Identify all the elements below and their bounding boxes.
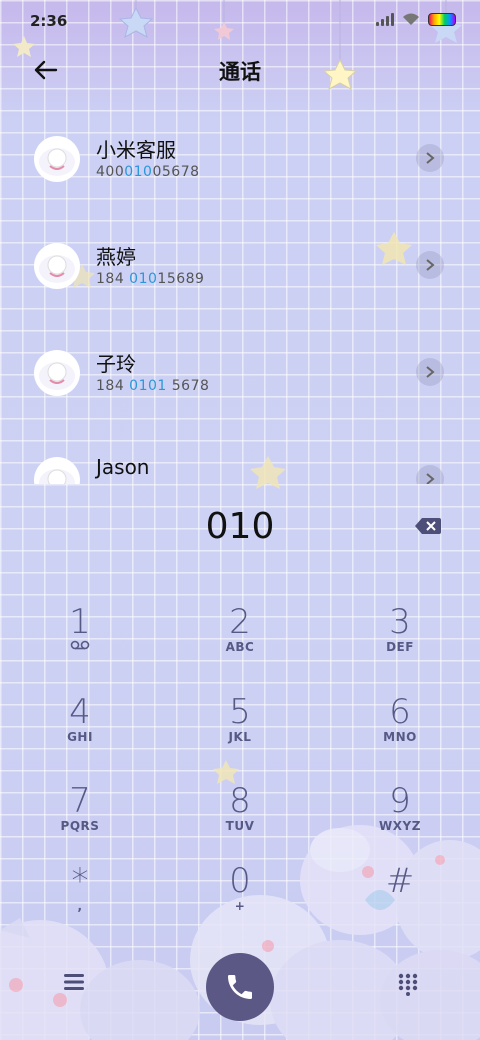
contact-name: 燕婷	[96, 245, 136, 269]
key-hash[interactable]: #	[340, 863, 460, 943]
battery-icon	[428, 12, 456, 26]
chevron-right-icon	[426, 366, 435, 378]
key-7[interactable]: 7 PQRS	[20, 783, 140, 863]
dialpad-icon	[398, 973, 418, 996]
chevron-right-icon	[426, 259, 435, 271]
contact-details-button[interactable]	[416, 251, 444, 279]
wifi-icon	[403, 13, 419, 25]
dialed-number[interactable]: 010	[0, 506, 480, 547]
avatar	[34, 350, 80, 396]
contact-row[interactable]: Jason	[0, 441, 480, 484]
contact-details-button[interactable]	[416, 144, 444, 172]
avatar	[34, 243, 80, 289]
key-9[interactable]: 9 WXYZ	[340, 783, 460, 863]
contact-row[interactable]: 小米客服 40001005678	[0, 120, 480, 227]
avatar	[34, 136, 80, 182]
contact-number: 40001005678	[96, 164, 200, 180]
contact-name: 子玲	[96, 352, 136, 376]
page-title: 通话	[219, 60, 261, 84]
status-bar: 2:36	[0, 0, 480, 40]
contact-details-button[interactable]	[416, 465, 444, 484]
menu-button[interactable]	[62, 972, 86, 992]
backspace-button[interactable]	[414, 516, 442, 536]
contact-details-button[interactable]	[416, 358, 444, 386]
call-button[interactable]	[206, 953, 274, 1021]
contact-row[interactable]: 子玲 184 0101 5678	[0, 334, 480, 441]
chevron-right-icon	[426, 473, 435, 484]
signal-icon	[376, 12, 394, 26]
contact-name: Jason	[96, 455, 150, 479]
match-highlight: 010	[124, 164, 153, 180]
key-2[interactable]: 2 ABC	[180, 604, 300, 684]
backspace-icon	[415, 518, 441, 534]
key-5[interactable]: 5 JKL	[180, 694, 300, 774]
contact-number: 184 01015689	[96, 271, 205, 287]
key-star[interactable]: *,	[20, 863, 140, 943]
key-0[interactable]: 0 +	[180, 863, 300, 943]
contact-suggestions: 小米客服 40001005678 燕婷 184 01015689 子玲 184 …	[0, 120, 480, 484]
dialer-screen: 2:36 通话 小米客服 40001005678 燕婷 184 01015689…	[0, 0, 480, 1040]
contact-number: 184 0101 5678	[96, 378, 210, 394]
menu-icon	[64, 974, 84, 990]
dialpad-toggle-button[interactable]	[396, 972, 420, 996]
status-time: 2:36	[30, 12, 68, 30]
key-4[interactable]: 4 GHI	[20, 694, 140, 774]
phone-icon	[228, 975, 252, 999]
contact-name: 小米客服	[96, 138, 176, 162]
key-8[interactable]: 8 TUV	[180, 783, 300, 863]
contact-row[interactable]: 燕婷 184 01015689	[0, 227, 480, 334]
key-1[interactable]: 1	[20, 604, 140, 684]
match-highlight: 010	[129, 271, 158, 287]
key-6[interactable]: 6 MNO	[340, 694, 460, 774]
key-3[interactable]: 3 DEF	[340, 604, 460, 684]
match-highlight: 0101	[129, 378, 167, 394]
chevron-right-icon	[426, 152, 435, 164]
avatar	[34, 457, 80, 484]
